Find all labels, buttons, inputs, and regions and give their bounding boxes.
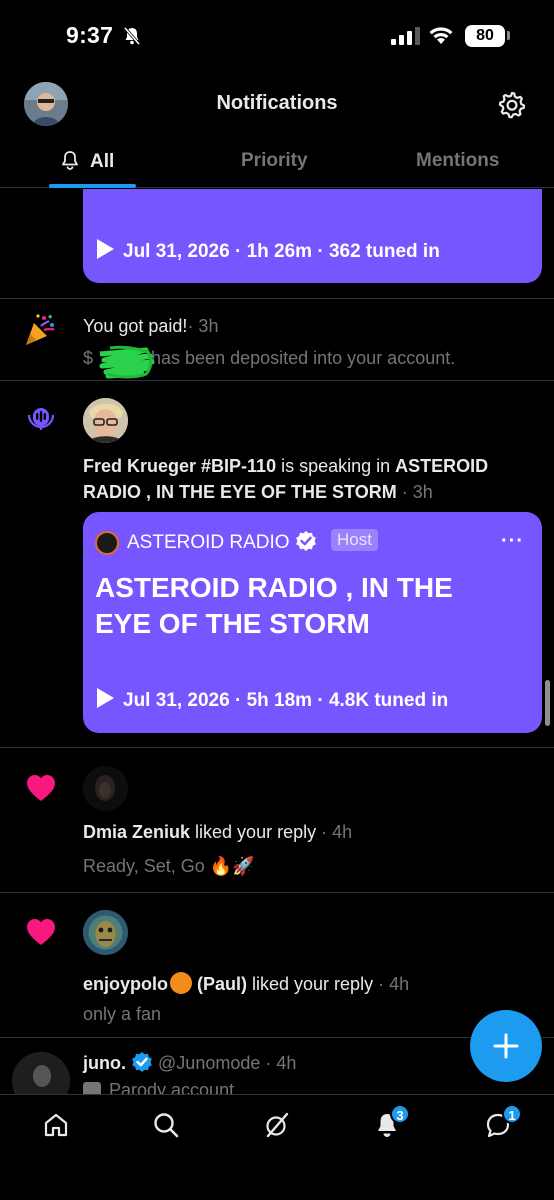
liker-avatar[interactable] bbox=[83, 910, 128, 955]
speaker-avatar[interactable] bbox=[83, 398, 128, 443]
space-meta-text: Jul 31, 2026 · 5h 18m · 4.8K tuned in bbox=[123, 690, 449, 711]
top-header: Notifications bbox=[0, 76, 554, 132]
avatar-image bbox=[83, 398, 128, 443]
space-name-part-2: RADIO , IN THE EYE OF THE STORM bbox=[83, 482, 397, 502]
like-line: Dmia Zeniuk liked your reply · 4h bbox=[83, 822, 352, 843]
host-name-row: ASTEROID RADIO bbox=[127, 530, 317, 554]
payment-title: You got paid! bbox=[83, 316, 188, 336]
battery-indicator: 80 bbox=[465, 25, 505, 47]
liked-reply-text: Ready, Set, Go 🔥🚀 bbox=[83, 856, 255, 876]
post-time: · 4h bbox=[260, 1053, 297, 1073]
payment-body: has been deposited into your account. bbox=[151, 348, 456, 368]
payment-title-row: You got paid!· 3h bbox=[83, 316, 218, 337]
status-bar: 9:37 80 bbox=[0, 0, 554, 72]
grok-icon[interactable] bbox=[263, 1111, 291, 1139]
space-name-part-1: ASTEROID bbox=[395, 456, 489, 476]
speaker-name[interactable]: Fred Krueger #BIP-110 bbox=[83, 456, 276, 476]
search-icon[interactable] bbox=[152, 1111, 180, 1139]
speaking-line-1: Fred Krueger #BIP-110 is speaking in AST… bbox=[83, 456, 488, 477]
messages-badge: 1 bbox=[502, 1104, 522, 1124]
payment-currency: $ bbox=[83, 348, 94, 368]
payment-time: · 3h bbox=[187, 316, 219, 336]
host-name: ASTEROID RADIO bbox=[127, 532, 290, 553]
space-meta: Jul 31, 2026 · 5h 18m · 4.8K tuned in bbox=[97, 688, 448, 712]
post-author-name[interactable]: juno. bbox=[83, 1053, 126, 1073]
play-icon bbox=[97, 239, 114, 259]
like-time: · 4h bbox=[373, 974, 410, 994]
host-badge: Host bbox=[331, 529, 378, 551]
scrollbar[interactable] bbox=[545, 680, 550, 726]
status-time: 9:37 bbox=[66, 22, 114, 48]
post-author-handle[interactable]: @Junomode bbox=[158, 1053, 260, 1073]
space-title: ASTEROID RADIO , IN THE EYE OF THE STORM bbox=[95, 572, 453, 639]
verified-badge-icon bbox=[296, 531, 316, 551]
divider bbox=[0, 298, 554, 299]
page-title: Notifications bbox=[216, 92, 338, 114]
plus-icon bbox=[493, 1033, 519, 1059]
redaction-scribble bbox=[99, 345, 155, 379]
home-icon[interactable] bbox=[42, 1111, 70, 1139]
notification-tabs: All Priority Mentions bbox=[0, 136, 554, 188]
tab-all-label: All bbox=[90, 151, 115, 172]
speaking-time: · 3h bbox=[396, 482, 433, 502]
avatar-image bbox=[83, 766, 128, 811]
compose-button[interactable] bbox=[470, 1010, 542, 1082]
post-header: juno. @Junomode · 4h bbox=[83, 1051, 296, 1074]
space-card-partial[interactable]: Jul 31, 2026 · 1h 26m · 362 tuned in bbox=[83, 189, 542, 283]
divider bbox=[0, 380, 554, 381]
bottom-navigation: 3 1 bbox=[0, 1094, 554, 1200]
heart-icon bbox=[27, 775, 55, 801]
play-icon bbox=[97, 688, 114, 708]
like-action: liked your reply bbox=[190, 822, 317, 842]
cellular-signal-icon bbox=[391, 27, 420, 45]
more-options-icon[interactable]: ··· bbox=[501, 530, 524, 553]
liker-name[interactable]: Dmia Zeniuk bbox=[83, 822, 190, 842]
like-action: liked your reply bbox=[247, 974, 374, 994]
liker-name-suffix: (Paul) bbox=[192, 974, 248, 994]
speaking-line-2: RADIO , IN THE EYE OF THE STORM · 3h bbox=[83, 482, 433, 503]
bell-icon bbox=[62, 151, 78, 170]
settings-gear-icon[interactable] bbox=[497, 90, 527, 120]
tab-priority[interactable]: Priority bbox=[241, 150, 308, 172]
liker-name[interactable]: enjoypolo bbox=[83, 974, 168, 994]
liked-reply-text: only a fan bbox=[83, 1004, 162, 1024]
orange-circle-emoji bbox=[170, 972, 192, 994]
tab-all[interactable]: All bbox=[60, 150, 114, 173]
divider bbox=[0, 892, 554, 893]
space-card[interactable]: ASTEROID RADIO Host ··· ASTEROID RADIO ,… bbox=[83, 512, 542, 733]
space-meta-text: Jul 31, 2026 · 1h 26m · 362 tuned in bbox=[123, 241, 440, 262]
host-avatar bbox=[95, 531, 119, 555]
space-meta: Jul 31, 2026 · 1h 26m · 362 tuned in bbox=[97, 239, 440, 263]
wifi-icon bbox=[429, 27, 453, 44]
party-popper-icon bbox=[26, 314, 55, 345]
divider bbox=[0, 747, 554, 748]
speaking-action: is speaking in bbox=[276, 456, 396, 476]
active-tab-indicator bbox=[49, 184, 136, 188]
liker-avatar[interactable] bbox=[83, 766, 128, 811]
tab-mentions[interactable]: Mentions bbox=[416, 150, 499, 172]
avatar-image bbox=[83, 910, 128, 955]
battery-tip bbox=[507, 31, 510, 40]
like-line: enjoypolo (Paul) liked your reply · 4h bbox=[83, 972, 409, 995]
spaces-mic-icon bbox=[27, 408, 55, 430]
verified-badge-icon bbox=[132, 1052, 152, 1072]
heart-icon bbox=[27, 919, 55, 945]
like-time: · 4h bbox=[316, 822, 353, 842]
silent-bell-icon bbox=[123, 27, 141, 45]
notifications-badge: 3 bbox=[390, 1104, 410, 1124]
